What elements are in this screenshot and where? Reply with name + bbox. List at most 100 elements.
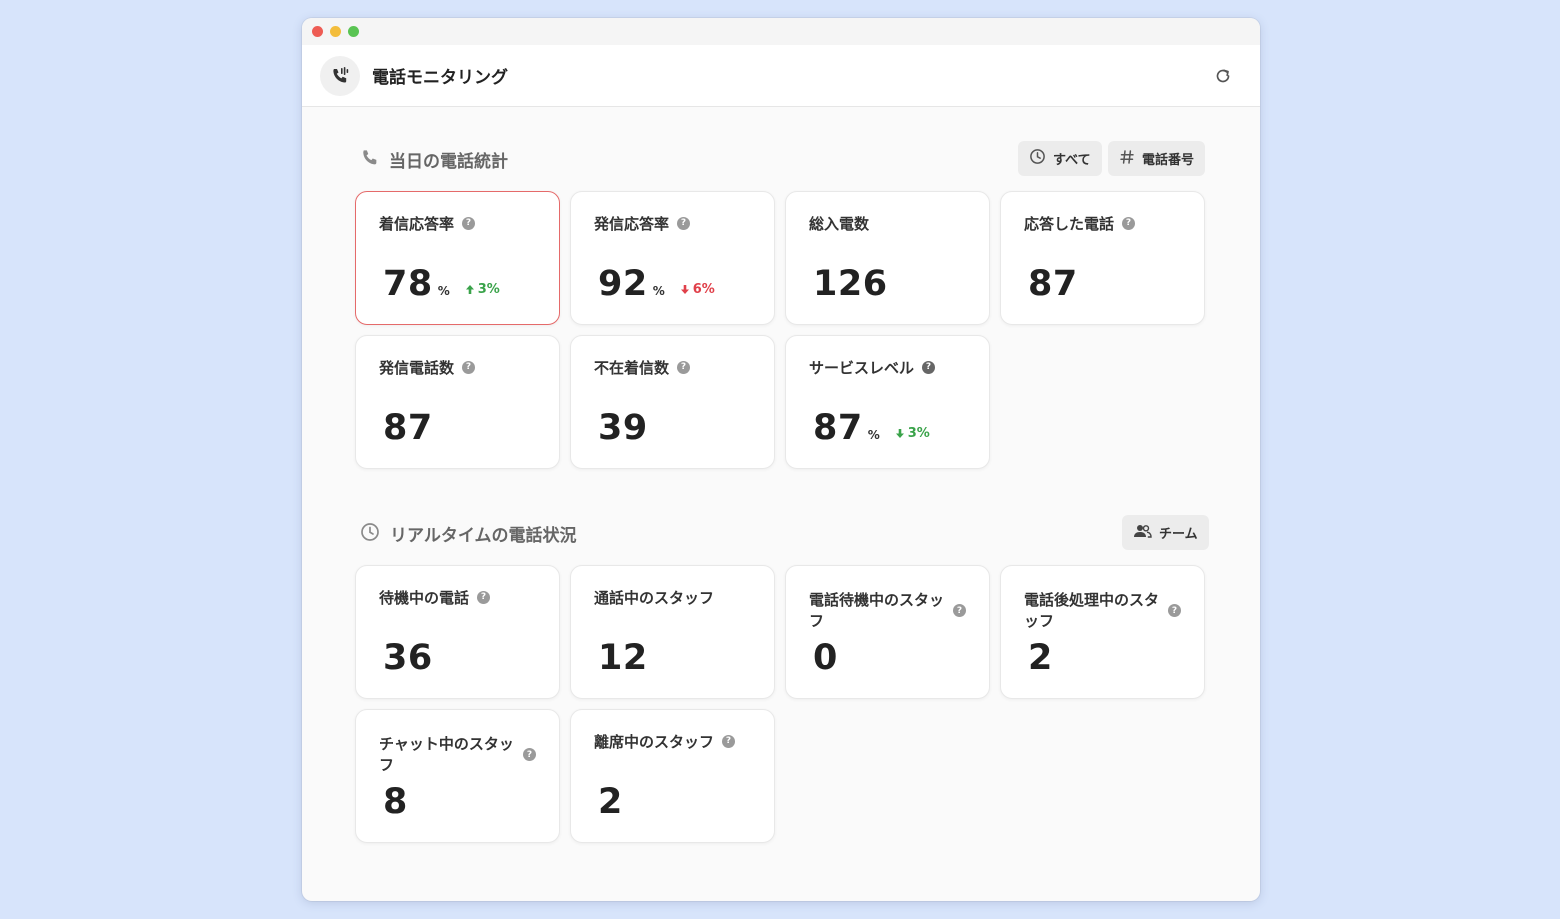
help-icon[interactable]: ? <box>677 217 691 230</box>
arrow-up-icon <box>465 285 474 294</box>
status-label: 離席中のスタッフ? <box>594 732 736 753</box>
help-icon[interactable]: ? <box>477 591 491 604</box>
filter-all-button[interactable]: すべて <box>1018 141 1102 176</box>
stat-delta-value: 3% <box>477 282 500 297</box>
stat-delta: 3% <box>465 282 500 297</box>
status-label: 電話待機中のスタッフ <box>809 591 945 630</box>
section-title: 当日の電話統計 <box>389 152 508 172</box>
arrow-down-icon <box>680 285 689 294</box>
status-value: 2 <box>1028 638 1053 678</box>
help-icon[interactable]: ? <box>953 604 966 617</box>
stat-label: 総入電数 <box>809 214 869 235</box>
stat-value-group: 92 % 6% <box>598 264 715 304</box>
status-label-text: 通話中のスタッフ <box>594 589 715 607</box>
team-icon <box>1133 523 1152 543</box>
help-icon[interactable]: ? <box>462 217 476 230</box>
status-card-waiting-calls[interactable]: 待機中の電話? 36 <box>355 565 560 699</box>
stat-label-text: 総入電数 <box>809 215 870 233</box>
status-card-staff-chatting[interactable]: チャット中のスタッフ ? 8 <box>355 709 560 843</box>
stat-card-total-inbound[interactable]: 総入電数 126 <box>785 191 990 325</box>
stat-card-service-level[interactable]: サービスレベル? 87 % 3% <box>785 335 990 469</box>
stat-value-group: 126 <box>813 264 888 304</box>
status-card-staff-away[interactable]: 離席中のスタッフ? 2 <box>570 709 775 843</box>
status-value: 2 <box>598 782 623 822</box>
app-window: 電話モニタリング 当日の電話統計 すべて 電話番号 着信応答率 ? 78 % 3… <box>302 18 1260 901</box>
stat-card-answered-calls[interactable]: 応答した電話? 87 <box>1000 191 1205 325</box>
status-card-staff-on-call[interactable]: 通話中のスタッフ 12 <box>570 565 775 699</box>
stat-value: 92 <box>598 264 648 304</box>
clock-icon <box>360 522 380 546</box>
filter-phone-number-label: 電話番号 <box>1142 153 1195 168</box>
help-icon[interactable]: ? <box>922 361 936 374</box>
status-value: 0 <box>813 638 838 678</box>
stat-value: 126 <box>813 264 888 304</box>
page-title: 電話モニタリング <box>372 68 508 88</box>
help-icon[interactable]: ? <box>523 748 536 761</box>
close-window-button[interactable] <box>312 26 323 37</box>
status-label: チャット中のスタッフ <box>379 735 514 774</box>
section-title: リアルタイムの電話状況 <box>390 526 577 546</box>
stat-value: 87 <box>1028 264 1078 304</box>
maximize-window-button[interactable] <box>348 26 359 37</box>
status-value: 12 <box>598 638 648 678</box>
stat-label: 発信応答率? <box>594 214 691 235</box>
stat-label: 発信電話数? <box>379 358 476 379</box>
stat-card-outbound-answer-rate[interactable]: 発信応答率? 92 % 6% <box>570 191 775 325</box>
minimize-window-button[interactable] <box>330 26 341 37</box>
stat-value-group: 78 % 3% <box>383 264 500 304</box>
phone-wave-icon <box>320 55 360 96</box>
stat-value-group: 87 <box>383 408 433 448</box>
stat-label: 応答した電話? <box>1024 214 1136 235</box>
app-header: 電話モニタリング <box>302 45 1260 107</box>
stat-delta-value: 3% <box>907 426 930 441</box>
stat-label: サービスレベル? <box>809 358 936 379</box>
status-value-group: 2 <box>1028 638 1053 678</box>
help-icon[interactable]: ? <box>722 735 736 748</box>
stat-value: 87 <box>383 408 433 448</box>
help-icon[interactable]: ? <box>1122 217 1136 230</box>
stat-label-text: 応答した電話 <box>1024 215 1115 233</box>
filter-all-label: すべて <box>1053 153 1091 168</box>
help-icon[interactable]: ? <box>1168 604 1181 617</box>
status-label-text: 待機中の電話 <box>379 589 470 607</box>
stat-card-outbound-calls[interactable]: 発信電話数? 87 <box>355 335 560 469</box>
phone-icon <box>360 148 379 171</box>
status-label-text: 離席中のスタッフ <box>594 733 715 751</box>
help-icon[interactable]: ? <box>462 361 476 374</box>
status-value-group: 2 <box>598 782 623 822</box>
stat-card-missed-calls[interactable]: 不在着信数? 39 <box>570 335 775 469</box>
stat-unit: % <box>867 428 880 442</box>
refresh-icon[interactable] <box>1212 65 1234 87</box>
stat-label-text: 不在着信数 <box>594 359 670 377</box>
team-filter-label: チーム <box>1159 527 1198 542</box>
stat-value-group: 39 <box>598 408 648 448</box>
arrow-down-icon <box>895 429 904 438</box>
stat-unit: % <box>437 284 450 298</box>
stat-card-inbound-answer-rate[interactable]: 着信応答率? 78 % 3% <box>355 191 560 325</box>
status-label: 待機中の電話? <box>379 588 491 609</box>
status-card-staff-idle[interactable]: 電話待機中のスタッフ ? 0 <box>785 565 990 699</box>
stat-label-text: 発信電話数 <box>379 359 455 377</box>
help-icon[interactable]: ? <box>677 361 691 374</box>
realtime-section-header: リアルタイムの電話状況 <box>360 521 577 546</box>
stat-label-text: 発信応答率 <box>594 215 670 233</box>
daily-section-header: 当日の電話統計 <box>360 147 508 172</box>
stat-label: 不在着信数? <box>594 358 691 379</box>
status-value-group: 8 <box>383 782 408 822</box>
stat-label-text: 着信応答率 <box>379 215 455 233</box>
stat-delta: 6% <box>680 282 715 297</box>
stat-value: 87 <box>813 408 863 448</box>
filter-phone-number-button[interactable]: 電話番号 <box>1108 141 1206 176</box>
stat-label-text: サービスレベル <box>809 359 915 377</box>
stat-delta-value: 6% <box>692 282 715 297</box>
status-card-staff-after-call-work[interactable]: 電話後処理中のスタッフ ? 2 <box>1000 565 1205 699</box>
team-filter-button[interactable]: チーム <box>1122 515 1209 550</box>
window-titlebar <box>302 18 1260 45</box>
status-value-group: 36 <box>383 638 433 678</box>
status-value: 36 <box>383 638 433 678</box>
status-value-group: 0 <box>813 638 838 678</box>
stat-unit: % <box>652 284 665 298</box>
stat-value: 78 <box>383 264 433 304</box>
stat-delta: 3% <box>895 426 930 441</box>
status-value: 8 <box>383 782 408 822</box>
